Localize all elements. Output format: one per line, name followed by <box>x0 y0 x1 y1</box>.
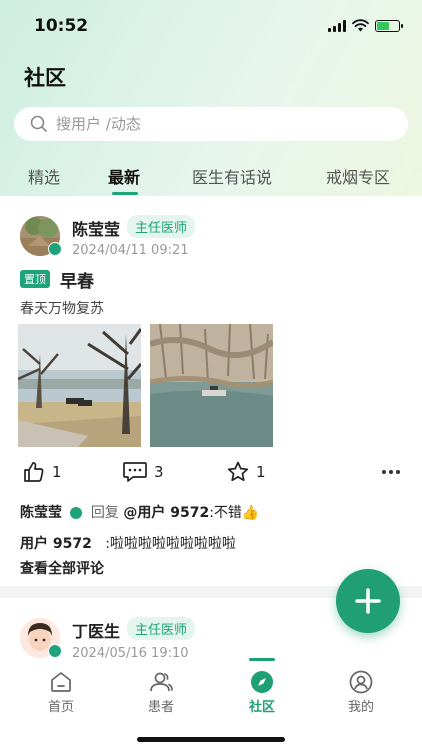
nav-label: 社区 <box>248 700 275 715</box>
comment-count: 3 <box>154 463 164 481</box>
nav-label: 患者 <box>147 700 174 715</box>
nav-label: 首页 <box>47 700 74 715</box>
like-count: 1 <box>52 463 62 481</box>
status-icons <box>328 19 403 32</box>
search-bar[interactable] <box>14 107 408 141</box>
reply-label: 回复 <box>90 505 119 521</box>
home-indicator <box>137 737 285 742</box>
active-nav-indicator <box>249 658 275 661</box>
tab-quit-smoking[interactable]: 戒烟专区 <box>326 164 390 188</box>
create-post-button[interactable] <box>336 569 400 633</box>
post-time: 2024/04/11 09:21 <box>72 243 189 258</box>
post-author[interactable]: 丁医生 <box>72 618 120 642</box>
comment-reply[interactable]: 陈莹莹 回复 @用户 9572:不错👍 <box>20 502 259 522</box>
home-icon <box>51 672 71 692</box>
post-image[interactable] <box>18 324 141 447</box>
verified-doctor-icon <box>48 644 62 658</box>
post-card[interactable]: 陈莹莹 主任医师 2024/04/11 09:21 置顶 早春 春天万物复苏 1… <box>0 196 422 586</box>
battery-icon <box>375 19 403 32</box>
favorite-button[interactable]: 1 <box>226 460 266 484</box>
role-badge: 主任医师 <box>127 215 196 238</box>
signal-icon <box>328 19 346 32</box>
comment-text: :不错👍 <box>209 505 260 521</box>
post-actions: 1 3 1 <box>0 460 422 490</box>
nav-home[interactable]: 首页 <box>31 668 91 715</box>
tab-latest[interactable]: 最新 <box>108 164 140 188</box>
nav-patients[interactable]: 患者 <box>131 668 191 715</box>
more-options-icon[interactable] <box>382 470 400 474</box>
verified-doctor-icon <box>70 507 83 519</box>
like-button[interactable]: 1 <box>22 460 62 484</box>
post-body[interactable]: 春天万物复苏 <box>20 298 104 318</box>
comment-user[interactable]: 用户 9572 <box>20 536 92 552</box>
nav-profile[interactable]: 我的 <box>331 668 391 715</box>
community-icon <box>251 671 273 693</box>
pinned-badge: 置顶 <box>20 270 50 288</box>
profile-icon <box>349 670 373 694</box>
comment-item[interactable]: 用户 9572 :啦啦啦啦啦啦啦啦啦 <box>20 533 236 553</box>
nav-label: 我的 <box>347 700 374 715</box>
favorite-count: 1 <box>256 463 266 481</box>
tab-doctors-talk[interactable]: 医生有话说 <box>192 164 272 188</box>
search-input[interactable] <box>56 115 356 133</box>
plus-icon <box>355 588 381 614</box>
role-badge: 主任医师 <box>127 617 196 640</box>
status-time: 10:52 <box>34 16 89 36</box>
wifi-icon <box>352 19 369 32</box>
comment-icon <box>123 462 147 482</box>
post-time: 2024/05/16 19:10 <box>72 646 189 658</box>
status-bar: 10:52 <box>0 0 422 54</box>
post-title[interactable]: 早春 <box>60 267 94 292</box>
verified-doctor-icon <box>48 242 62 256</box>
reply-target[interactable]: @用户 9572 <box>123 505 209 521</box>
search-icon <box>30 115 47 132</box>
comment-text: :啦啦啦啦啦啦啦啦啦 <box>105 536 236 552</box>
patients-icon <box>150 672 173 692</box>
view-all-comments-link[interactable]: 查看全部评论 <box>20 558 104 578</box>
page-title: 社区 <box>24 66 66 90</box>
post-image[interactable] <box>150 324 273 447</box>
star-icon <box>227 461 249 482</box>
tab-featured[interactable]: 精选 <box>28 164 60 188</box>
nav-community[interactable]: 社区 <box>232 668 292 715</box>
post-author[interactable]: 陈莹莹 <box>72 216 120 240</box>
comment-button[interactable]: 3 <box>122 460 164 484</box>
active-tab-indicator <box>112 192 138 195</box>
category-tabs: 精选 最新 医生有话说 戒烟专区 <box>0 160 422 196</box>
thumbs-up-icon <box>24 462 44 482</box>
comment-user[interactable]: 陈莹莹 <box>20 505 62 521</box>
